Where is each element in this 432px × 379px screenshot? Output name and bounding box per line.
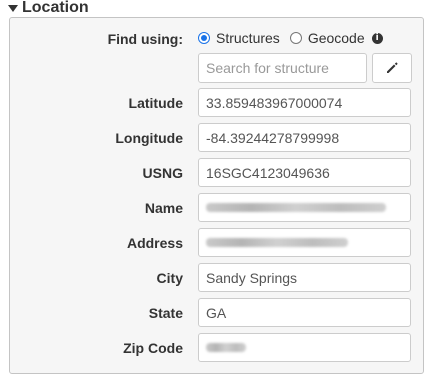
redacted-zip-value (206, 343, 246, 352)
zip-code-field[interactable] (198, 333, 411, 362)
address-label: Address (126, 235, 183, 251)
find-using-radio-group: Structures Geocode i (198, 30, 383, 46)
city-label: City (156, 270, 183, 286)
city-field[interactable]: Sandy Springs (198, 263, 411, 292)
zip-code-label: Zip Code (123, 340, 183, 356)
city-value: Sandy Springs (206, 269, 298, 286)
longitude-value: -84.39244278799998 (206, 129, 340, 146)
state-label: State (148, 305, 183, 321)
usng-field[interactable]: 16SGC4123049636 (198, 158, 411, 187)
latitude-value: 33.859483967000074 (206, 94, 343, 111)
longitude-field[interactable]: -84.39244278799998 (198, 123, 411, 152)
structures-radio[interactable] (198, 32, 210, 44)
name-field[interactable] (198, 193, 411, 222)
find-using-label: Find using: (107, 31, 183, 47)
longitude-label: Longitude (115, 130, 183, 146)
usng-label: USNG (142, 165, 183, 181)
usng-value: 16SGC4123049636 (206, 164, 330, 181)
redacted-name-value (206, 203, 386, 212)
redacted-address-value (206, 238, 348, 247)
state-field[interactable]: GA (198, 298, 411, 327)
section-header[interactable]: Location (8, 0, 89, 16)
geocode-radio-label[interactable]: Geocode (308, 30, 365, 46)
latitude-field[interactable]: 33.859483967000074 (198, 88, 411, 117)
geocode-radio[interactable] (289, 32, 302, 44)
name-label: Name (144, 200, 183, 216)
latitude-label: Latitude (128, 95, 183, 111)
state-value: GA (206, 304, 227, 321)
location-panel: Find using: Structures Geocode i Latitud… (9, 17, 424, 374)
structures-radio-label[interactable]: Structures (216, 30, 280, 46)
address-field[interactable] (198, 228, 411, 257)
collapse-caret-icon[interactable] (8, 5, 18, 12)
structure-search-input[interactable] (198, 53, 367, 83)
info-icon[interactable]: i (371, 32, 383, 44)
edit-button[interactable] (372, 53, 412, 83)
pencil-icon (387, 62, 398, 73)
section-title: Location (22, 0, 89, 16)
